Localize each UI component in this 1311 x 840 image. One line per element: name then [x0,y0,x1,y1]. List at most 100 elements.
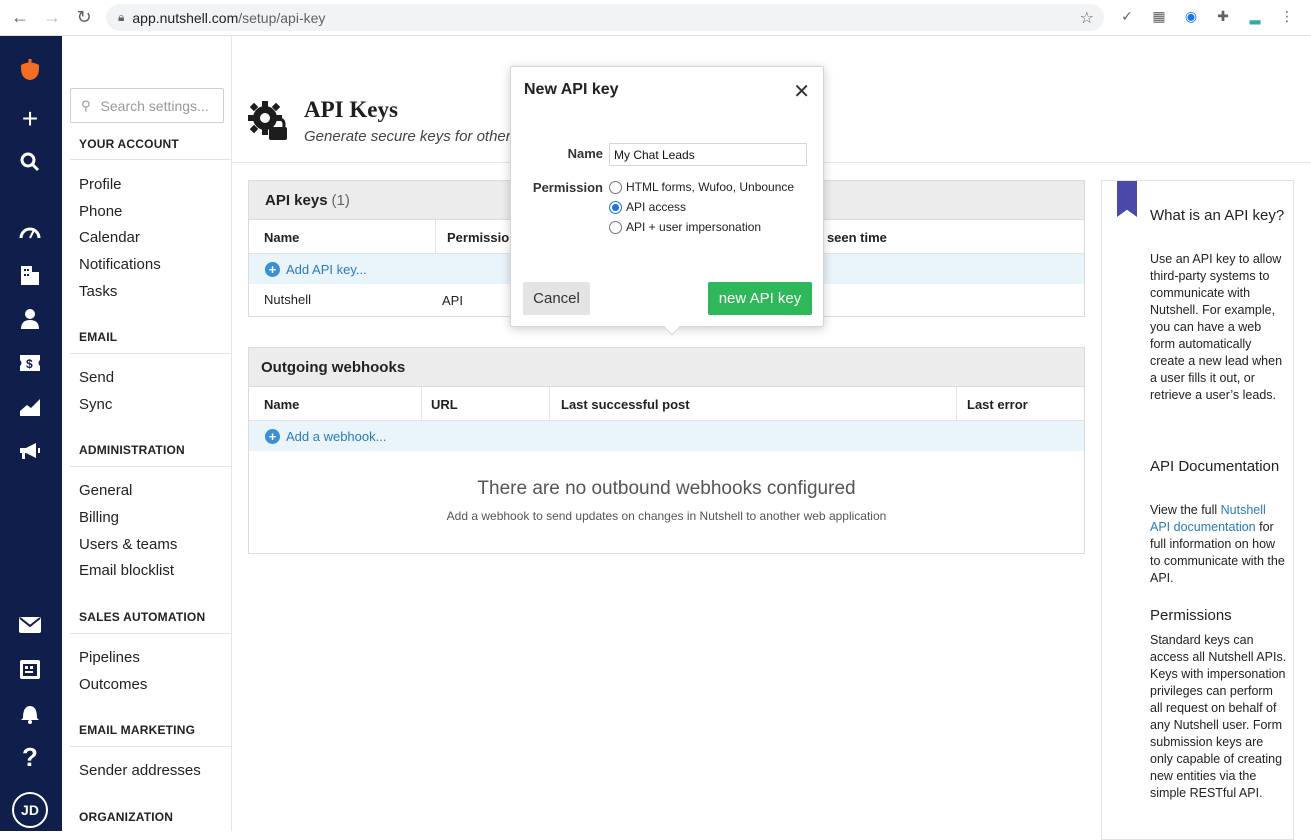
calendar-icon[interactable] [17,656,43,682]
empty-state-subtitle: Add a webhook to send updates on changes… [446,509,887,523]
settings-search-input[interactable]: ⚲ Search settings... [70,88,224,123]
mail-icon[interactable] [17,612,43,638]
add-icon[interactable]: + [17,103,43,134]
sidebar-item-general[interactable]: General [79,482,132,499]
api-key-name-field[interactable] [609,143,807,166]
cancel-button[interactable]: Cancel [523,282,590,315]
address-bar[interactable]: 🔒︎ app.nutshell.com/setup/api-key ☆ [106,4,1104,31]
radio-label: HTML forms, Wufoo, Unbounce [626,180,795,194]
sidebar-item-tasks[interactable]: Tasks [79,283,117,300]
divider [70,633,232,634]
create-api-key-button[interactable]: new API key [708,282,812,315]
api-keys-count: (1) [331,191,350,209]
help-heading-api-docs: API Documentation [1150,458,1280,475]
megaphone-icon[interactable] [17,438,43,464]
user-avatar[interactable]: JD [12,792,48,828]
extension-check-icon[interactable]: ✓ [1118,7,1136,25]
browser-toolbar: ← → ↻ 🔒︎ app.nutshell.com/setup/api-key … [0,0,1311,36]
row-name: Nutshell [264,292,311,307]
column-header-url[interactable]: URL [431,397,458,412]
sidebar-item-send[interactable]: Send [79,369,114,386]
search-icon[interactable] [17,149,43,175]
api-keys-title: API keys [265,191,328,209]
permission-option-api-impersonation[interactable]: API + user impersonation [609,220,761,234]
radio-button[interactable] [609,220,622,234]
divider [70,159,232,160]
forward-icon[interactable]: → [40,6,64,30]
extension-qr-icon[interactable]: ▦ [1150,7,1168,25]
row-permission: API [442,293,463,308]
sidebar-item-sync[interactable]: Sync [79,396,112,413]
companies-icon[interactable] [17,262,43,288]
close-icon[interactable]: ✕ [793,79,810,104]
column-header-name[interactable]: Name [264,397,299,412]
page-title: API Keys [304,97,398,122]
extension-compass-icon[interactable]: ◉ [1182,7,1200,25]
help-text-permissions: Standard keys can access all Nutshell AP… [1150,633,1287,800]
search-placeholder: Search settings... [100,97,209,114]
svg-text:$: $ [26,357,33,371]
extension-chart-icon[interactable]: ▂ [1246,7,1264,25]
browser-menu-icon[interactable]: ⋮ [1278,7,1296,25]
back-icon[interactable]: ← [8,6,32,30]
section-email-marketing: EMAIL MARKETING [79,723,196,737]
radio-button[interactable] [609,180,622,194]
section-organization: ORGANIZATION [79,810,174,824]
column-header-last-seen[interactable]: t seen time [819,230,887,245]
add-circle-icon: + [265,261,280,277]
sidebar-item-pipelines[interactable]: Pipelines [79,649,140,666]
permission-option-api-access[interactable]: API access [609,200,686,214]
add-webhook-label: Add a webhook... [286,428,387,444]
help-question-icon[interactable]: ? [17,742,43,772]
help-heading-what-is: What is an API key? [1150,207,1285,224]
empty-state-title: There are no outbound webhooks configure… [477,478,856,499]
add-api-key-label: Add API key... [286,261,367,277]
leads-ticket-icon[interactable]: $ [17,350,43,376]
reports-chart-icon[interactable] [17,394,43,420]
notifications-bell-icon[interactable] [17,700,43,726]
column-header-name[interactable]: Name [264,230,299,245]
radio-label: API access [626,200,687,214]
radio-button-selected[interactable] [609,200,622,214]
webhooks-table-header: Name URL Last successful post Last error [249,387,1084,421]
name-label: Name [567,146,603,161]
app-nav-rail: + $ ? JD [0,36,62,831]
sidebar-item-notifications[interactable]: Notifications [79,256,161,273]
column-header-last-successful-post[interactable]: Last successful post [561,397,690,412]
sidebar-item-calendar[interactable]: Calendar [79,229,140,246]
divider [70,353,232,354]
column-separator [421,387,422,421]
help-heading-permissions: Permissions [1150,607,1232,624]
permission-option-html-forms[interactable]: HTML forms, Wufoo, Unbounce [609,180,794,194]
help-panel: What is an API key? Use an API key to al… [1101,180,1294,840]
sidebar-item-sender-addresses[interactable]: Sender addresses [79,762,201,779]
sidebar-item-users-teams[interactable]: Users & teams [79,536,177,553]
reload-icon[interactable]: ↻ [72,6,96,30]
sidebar-item-profile[interactable]: Profile [79,176,122,193]
extensions-puzzle-icon[interactable]: ✚ [1214,7,1232,25]
api-gear-lock-icon [247,100,289,142]
search-icon: ⚲ [81,97,91,113]
section-administration: ADMINISTRATION [79,443,185,457]
dashboard-gauge-icon[interactable] [17,218,43,244]
person-icon[interactable] [17,306,43,332]
nutshell-logo-icon[interactable] [17,56,43,82]
permission-label: Permission [532,180,603,195]
dialog-pointer [663,318,681,336]
sidebar-item-email-blocklist[interactable]: Email blocklist [79,562,174,579]
sidebar-item-phone[interactable]: Phone [79,203,122,220]
divider [70,746,232,747]
new-api-key-dialog: New API key ✕ Name Permission HTML forms… [510,66,824,336]
bookmark-ribbon-icon [1117,181,1137,217]
dialog-title: New API key [524,81,619,98]
add-webhook-link[interactable]: + Add a webhook... [249,421,1084,451]
column-header-permission[interactable]: Permissio [447,230,509,245]
column-header-last-error[interactable]: Last error [967,397,1028,412]
url-path: /setup/api-key [238,9,326,26]
sidebar-item-outcomes[interactable]: Outcomes [79,676,147,693]
bookmark-star-icon[interactable]: ☆ [1080,8,1094,28]
sidebar-item-billing[interactable]: Billing [79,509,119,526]
section-email: EMAIL [79,330,118,344]
add-circle-icon: + [265,428,280,444]
divider [70,466,232,467]
